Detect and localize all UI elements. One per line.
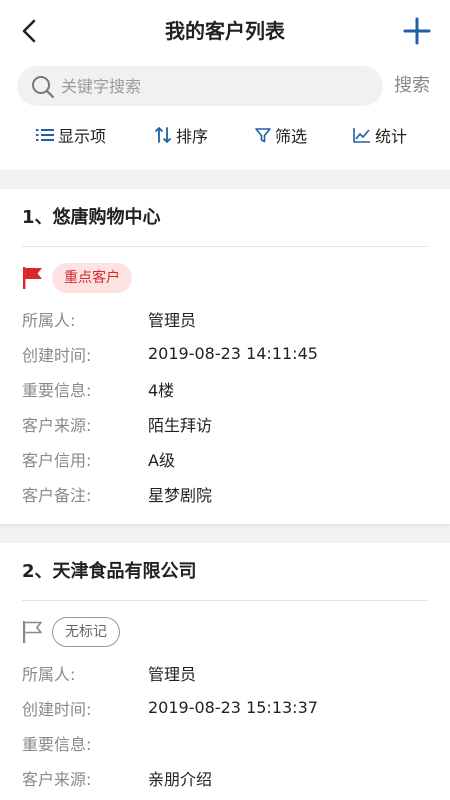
customer-card[interactable]: 1、悠唐购物中心 重点客户 所属人: 管理员 创建时间: 2019-08-23 …	[0, 189, 450, 524]
tag-row: 重点客户	[22, 262, 132, 294]
field-row: 客户备注: 星梦剧院	[22, 476, 428, 511]
field-row: 所属人: 管理员	[22, 301, 428, 336]
divider	[22, 246, 428, 247]
field-label: 重要信息:	[22, 734, 92, 754]
header: 我的客户列表 搜索 显示项	[0, 0, 450, 170]
add-customer-button[interactable]	[402, 16, 432, 46]
stats-button[interactable]: 统计	[353, 122, 407, 148]
sort-icon	[155, 127, 171, 143]
field-row: 客户信用: A级	[22, 441, 428, 476]
field-label: 所属人:	[22, 664, 76, 684]
search-button[interactable]: 搜索	[394, 74, 430, 98]
field-label: 客户备注:	[22, 485, 92, 505]
display-items-button[interactable]: 显示项	[36, 122, 106, 148]
list-icon	[36, 129, 54, 141]
search-row: 搜索	[0, 62, 450, 110]
field-row: 创建时间: 2019-08-23 15:13:37	[22, 690, 428, 725]
customer-fields: 所属人: 管理员 创建时间: 2019-08-23 14:11:45 重要信息:…	[22, 301, 428, 511]
field-label: 客户信用:	[22, 450, 92, 470]
field-row: 重要信息:	[22, 725, 428, 760]
search-input[interactable]	[61, 66, 361, 106]
field-row: 所属人: 管理员	[22, 655, 428, 690]
field-value: 星梦剧院	[148, 485, 213, 505]
field-row: 创建时间: 2019-08-23 14:11:45	[22, 336, 428, 371]
field-value: 2019-08-23 15:13:37	[148, 698, 318, 717]
field-value: 亲朋介绍	[148, 769, 213, 789]
stats-label: 统计	[375, 127, 408, 146]
field-label: 创建时间:	[22, 345, 92, 365]
status-badge: 重点客户	[52, 263, 132, 293]
tag-row: 无标记	[22, 616, 120, 648]
plus-icon	[403, 17, 431, 45]
field-value: 4楼	[148, 380, 175, 400]
search-icon	[32, 76, 55, 99]
display-items-label: 显示项	[58, 127, 107, 146]
field-label: 所属人:	[22, 310, 76, 330]
status-badge: 无标记	[52, 617, 120, 647]
page-title: 我的客户列表	[165, 19, 285, 43]
customer-name: 2、天津食品有限公司	[22, 561, 197, 582]
divider	[22, 600, 428, 601]
customer-card[interactable]: 2、天津食品有限公司 无标记 所属人: 管理员 创建时间: 2019-08-23…	[0, 543, 450, 800]
filter-button[interactable]: 筛选	[255, 122, 307, 148]
toolbar: 显示项 排序 筛选 统计	[0, 110, 450, 160]
customer-name: 1、悠唐购物中心	[22, 207, 161, 228]
nav-bar: 我的客户列表	[0, 0, 450, 62]
field-value: 2019-08-23 14:11:45	[148, 344, 318, 363]
field-value: 管理员	[148, 310, 197, 330]
field-row: 客户来源: 陌生拜访	[22, 406, 428, 441]
field-row: 重要信息: 4楼	[22, 371, 428, 406]
flag-filled-icon[interactable]	[22, 266, 44, 290]
field-label: 客户来源:	[22, 415, 92, 435]
flag-outline-icon[interactable]	[22, 620, 44, 644]
field-value: A级	[148, 450, 175, 470]
filter-icon	[255, 128, 271, 143]
customer-fields: 所属人: 管理员 创建时间: 2019-08-23 15:13:37 重要信息:…	[22, 655, 428, 795]
field-label: 创建时间:	[22, 699, 92, 719]
sort-button[interactable]: 排序	[154, 122, 208, 148]
search-box[interactable]	[17, 66, 383, 106]
line-chart-icon	[353, 128, 370, 143]
field-row: 客户来源: 亲朋介绍	[22, 760, 428, 795]
field-value: 管理员	[148, 664, 197, 684]
field-label: 客户来源:	[22, 769, 92, 789]
field-value: 陌生拜访	[148, 415, 213, 435]
field-label: 重要信息:	[22, 380, 92, 400]
filter-label: 筛选	[275, 127, 308, 146]
sort-label: 排序	[176, 127, 209, 146]
